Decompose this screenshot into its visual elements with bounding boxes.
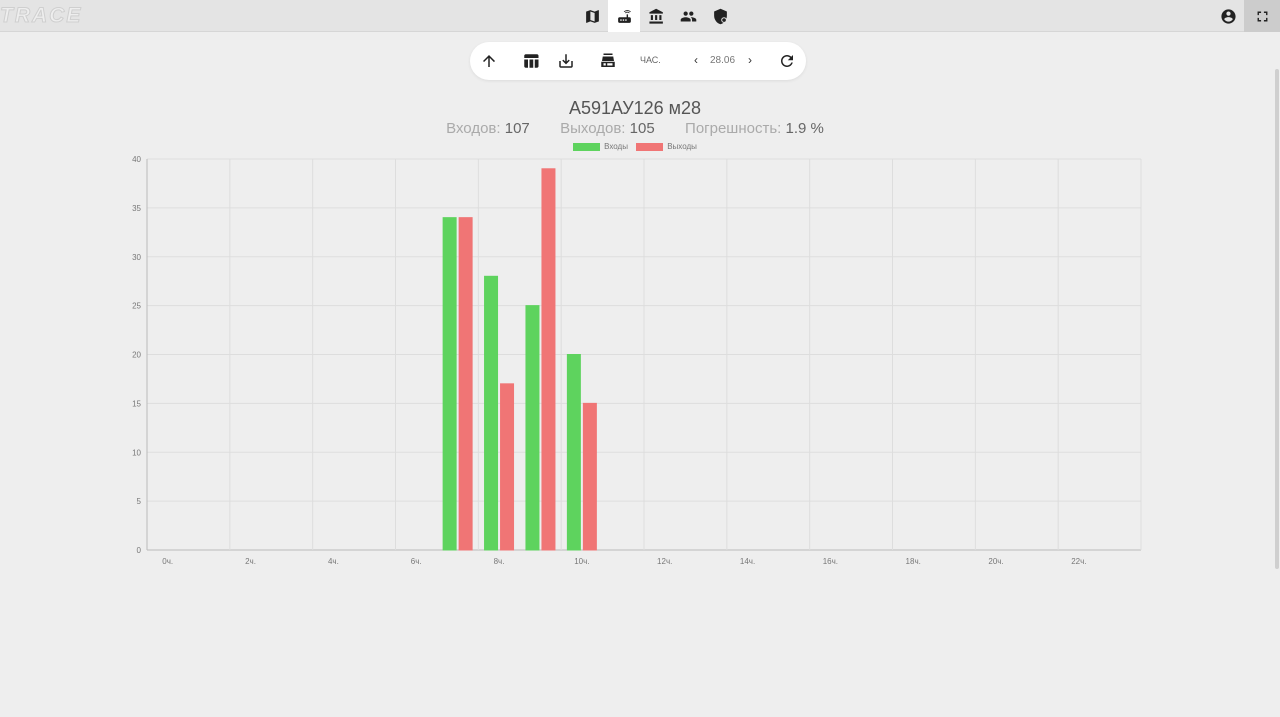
x-tick-label: 12ч. <box>657 557 672 566</box>
bar-exits <box>500 383 515 551</box>
bar-entries <box>484 275 499 551</box>
x-tick-label: 10ч. <box>574 557 589 566</box>
y-tick-label: 0 <box>137 546 142 555</box>
x-tick-label: 18ч. <box>906 557 921 566</box>
bar-entries <box>442 217 457 551</box>
x-tick-label: 14ч. <box>740 557 755 566</box>
y-tick-label: 30 <box>132 253 141 262</box>
x-tick-label: 8ч. <box>494 557 505 566</box>
bar-exits <box>458 217 473 551</box>
x-tick-label: 20ч. <box>988 557 1003 566</box>
hourly-bar-chart: 0 5 10 15 20 25 30 35 40 0ч. 2ч. 4ч. 6ч. 8ч. 10ч. 12ч. 1… <box>132 155 1142 566</box>
bar-entries <box>525 305 540 551</box>
y-tick-label: 20 <box>132 351 141 360</box>
x-tick-label: 4ч. <box>328 557 339 566</box>
y-tick-label: 5 <box>137 497 142 506</box>
y-tick-label: 25 <box>132 302 141 311</box>
y-tick-label: 35 <box>132 204 141 213</box>
bar-exits <box>541 168 556 551</box>
y-tick-label: 15 <box>132 399 141 408</box>
x-tick-label: 6ч. <box>411 557 422 566</box>
bar-exits <box>582 402 597 551</box>
y-tick-label: 40 <box>132 155 141 164</box>
y-tick-label: 10 <box>132 448 141 457</box>
x-tick-label: 2ч. <box>245 557 256 566</box>
x-tick-label: 0ч. <box>162 557 173 566</box>
x-tick-label: 22ч. <box>1071 557 1086 566</box>
bar-entries <box>566 354 581 551</box>
x-tick-label: 16ч. <box>823 557 838 566</box>
